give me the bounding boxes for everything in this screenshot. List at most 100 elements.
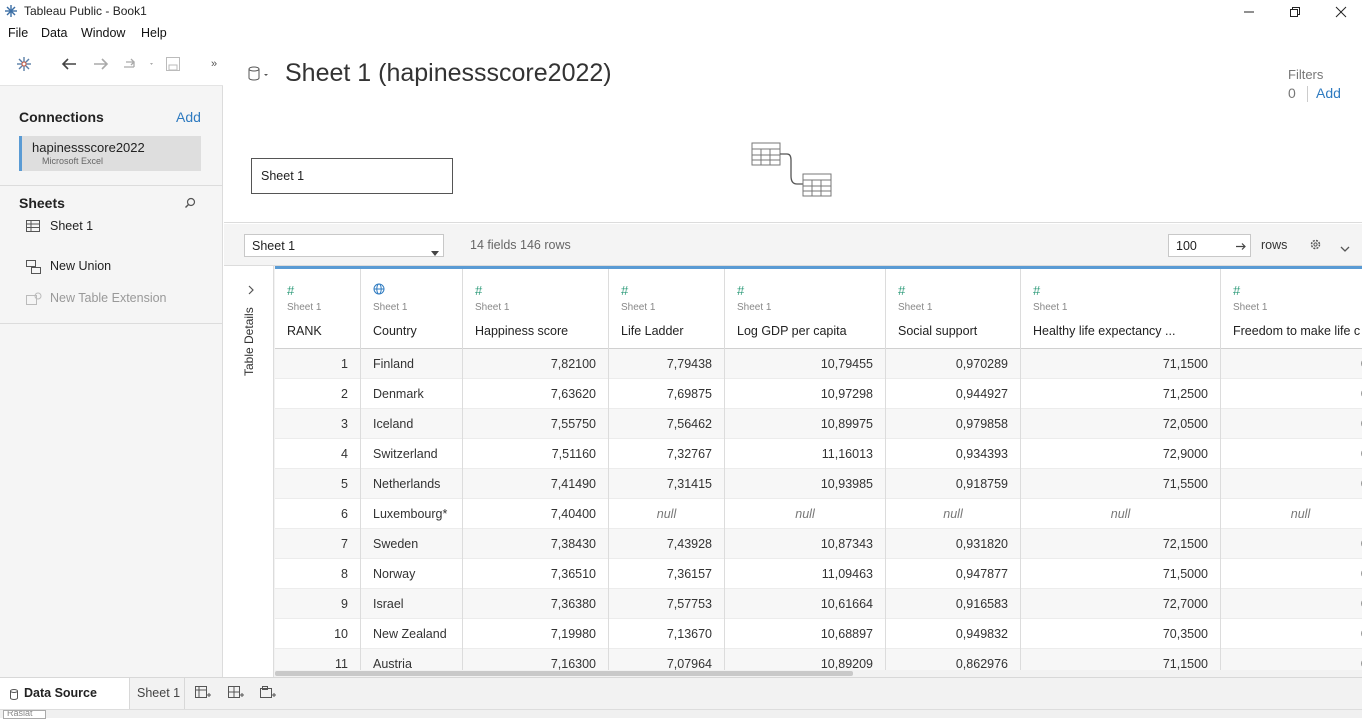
chevron-right-icon[interactable] bbox=[248, 283, 255, 298]
number-type-icon[interactable]: # bbox=[1233, 283, 1240, 298]
table-cell: 3 bbox=[275, 409, 360, 439]
number-type-icon[interactable]: # bbox=[287, 283, 294, 298]
number-type-icon[interactable]: # bbox=[898, 283, 905, 298]
table-cell: 11,16013 bbox=[725, 439, 885, 469]
table-details-label: Table Details bbox=[242, 307, 256, 376]
table-cell: 7,38430 bbox=[463, 529, 608, 559]
column-header[interactable]: # Sheet 1 Log GDP per capita bbox=[725, 269, 885, 349]
table-cell: 0 bbox=[1221, 649, 1362, 670]
menu-data[interactable]: Data bbox=[41, 26, 67, 40]
add-filter-link[interactable]: Add bbox=[1316, 85, 1341, 101]
left-pane: » Connections Add hapinessscore2022 Micr… bbox=[0, 44, 223, 677]
table-select[interactable]: Sheet 1 bbox=[244, 234, 444, 257]
table-cell: 72,0500 bbox=[1021, 409, 1220, 439]
sheet-item[interactable]: Sheet 1 bbox=[26, 218, 206, 236]
menu-window[interactable]: Window bbox=[81, 26, 125, 40]
column-field-name[interactable]: Social support bbox=[898, 324, 977, 338]
table-cell: 7,36510 bbox=[463, 559, 608, 589]
connection-item[interactable]: hapinessscore2022 Microsoft Excel bbox=[19, 136, 201, 171]
minimize-button[interactable] bbox=[1226, 0, 1272, 24]
column-field-name[interactable]: Country bbox=[373, 324, 417, 338]
new-union-item[interactable]: New Union bbox=[26, 258, 206, 276]
column-source: Sheet 1 bbox=[475, 302, 510, 313]
table-cell: Switzerland bbox=[361, 439, 462, 469]
table-icon bbox=[26, 220, 40, 235]
column-header[interactable]: # Sheet 1 Healthy life expectancy ... bbox=[1021, 269, 1220, 349]
column-country: Sheet 1 Country Finland Denmark Iceland Switz… bbox=[361, 269, 463, 670]
table-cell: 0,979858 bbox=[886, 409, 1020, 439]
column-field-name[interactable]: Healthy life expectancy ... bbox=[1033, 324, 1175, 338]
new-dashboard-icon[interactable] bbox=[228, 686, 244, 703]
number-type-icon[interactable]: # bbox=[1033, 283, 1040, 298]
table-cell: 0 bbox=[1221, 559, 1362, 589]
table-cell: 1 bbox=[275, 349, 360, 379]
collapse-pane-icon[interactable]: » bbox=[211, 58, 217, 70]
table-cell: Norway bbox=[361, 559, 462, 589]
table-cell: 71,2500 bbox=[1021, 379, 1220, 409]
gear-icon[interactable] bbox=[1309, 238, 1322, 254]
data-grid[interactable]: # Sheet 1 RANK 1 2 3 4 5 6 7 8 9 10 11 Sheet 1 Country F… bbox=[275, 266, 1362, 670]
extension-icon bbox=[26, 292, 42, 309]
table-cell: 10,79455 bbox=[725, 349, 885, 379]
table-cell: 0,949832 bbox=[886, 619, 1020, 649]
redo-dropdown-icon[interactable] bbox=[122, 56, 156, 75]
table-details-panel[interactable]: Table Details bbox=[224, 266, 274, 677]
divider bbox=[0, 185, 222, 186]
datasource-title[interactable]: Sheet 1 (hapinessscore2022) bbox=[285, 59, 612, 88]
column-field-name[interactable]: Log GDP per capita bbox=[737, 324, 847, 338]
column-header[interactable]: # Sheet 1 Freedom to make life c bbox=[1221, 269, 1362, 349]
table-cell: 5 bbox=[275, 469, 360, 499]
tab-data-source[interactable]: Data Source bbox=[0, 678, 130, 709]
tab-data-source-label: Data Source bbox=[24, 686, 97, 700]
table-cell: 70,3500 bbox=[1021, 619, 1220, 649]
table-cell: 0,947877 bbox=[886, 559, 1020, 589]
enter-arrow-icon[interactable] bbox=[1236, 240, 1247, 255]
table-cell: null bbox=[1221, 499, 1362, 529]
number-type-icon[interactable]: # bbox=[621, 283, 628, 298]
column-header[interactable]: # Sheet 1 Happiness score bbox=[463, 269, 608, 349]
grid-toolbar: Sheet 1 14 fields 146 rows 100 rows bbox=[224, 224, 1362, 266]
forward-arrow-icon[interactable] bbox=[92, 56, 110, 75]
number-type-icon[interactable]: # bbox=[475, 283, 482, 298]
new-worksheet-icon[interactable] bbox=[195, 686, 211, 703]
table-cell: Finland bbox=[361, 349, 462, 379]
column-field-name[interactable]: Freedom to make life c bbox=[1233, 324, 1360, 338]
table-cell: 10,93985 bbox=[725, 469, 885, 499]
column-field-name[interactable]: Life Ladder bbox=[621, 324, 684, 338]
table-cell: 7,69875 bbox=[609, 379, 724, 409]
horizontal-scrollbar[interactable] bbox=[275, 670, 1362, 677]
table-cell: 9 bbox=[275, 589, 360, 619]
table-cell: 72,9000 bbox=[1021, 439, 1220, 469]
menu-help[interactable]: Help bbox=[141, 26, 167, 40]
table-cell: 0,970289 bbox=[886, 349, 1020, 379]
table-cell: 0 bbox=[1221, 469, 1362, 499]
search-icon[interactable] bbox=[184, 197, 196, 212]
table-cell: 10,87343 bbox=[725, 529, 885, 559]
tableau-home-icon[interactable] bbox=[15, 55, 33, 76]
column-header[interactable]: Sheet 1 Country bbox=[361, 269, 462, 349]
column-field-name[interactable]: Happiness score bbox=[475, 324, 568, 338]
table-cell: Luxembourg* bbox=[361, 499, 462, 529]
new-table-extension-item[interactable]: New Table Extension bbox=[26, 290, 206, 308]
restore-button[interactable] bbox=[1272, 0, 1318, 24]
column-field-name[interactable]: RANK bbox=[287, 324, 322, 338]
sheet-item-label: Sheet 1 bbox=[50, 219, 94, 233]
globe-icon[interactable] bbox=[373, 283, 385, 298]
rows-input[interactable]: 100 bbox=[1168, 234, 1251, 257]
scrollbar-thumb[interactable] bbox=[275, 671, 853, 676]
menu-file[interactable]: File bbox=[8, 26, 28, 40]
back-arrow-icon[interactable] bbox=[60, 56, 78, 75]
column-header[interactable]: # Sheet 1 Social support bbox=[886, 269, 1020, 349]
canvas-table-box[interactable]: Sheet 1 bbox=[251, 158, 453, 194]
save-icon[interactable] bbox=[165, 56, 181, 75]
column-header[interactable]: # Sheet 1 Life Ladder bbox=[609, 269, 724, 349]
table-cell: 0 bbox=[1221, 409, 1362, 439]
new-story-icon[interactable] bbox=[260, 686, 276, 703]
tab-sheet-1[interactable]: Sheet 1 bbox=[130, 678, 185, 709]
database-icon[interactable] bbox=[248, 66, 270, 85]
number-type-icon[interactable]: # bbox=[737, 283, 744, 298]
add-connection-link[interactable]: Add bbox=[176, 109, 201, 125]
close-button[interactable] bbox=[1318, 0, 1362, 24]
column-header[interactable]: # Sheet 1 RANK bbox=[275, 269, 360, 349]
chevron-down-icon[interactable] bbox=[1340, 241, 1350, 256]
